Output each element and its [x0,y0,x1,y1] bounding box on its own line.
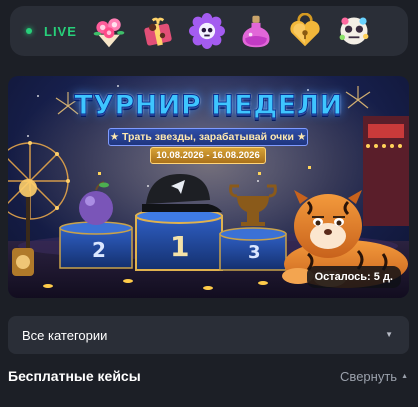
banner-dates: 10.08.2026 - 16.08.2026 [150,147,266,164]
collapse-button[interactable]: Свернуть ▲ [340,369,408,384]
live-drops-strip: LIVE [10,6,408,56]
category-select[interactable]: Все категории ▼ [8,316,409,354]
flower-bouquet-icon [93,18,125,48]
live-drop-item[interactable] [187,11,227,51]
banner-title: ТУРНИР НЕДЕЛИ [74,90,343,122]
live-drop-item[interactable] [334,11,374,51]
candy-skull-icon [339,17,369,45]
live-label: LIVE [44,23,77,39]
podium-place-1: 1 [170,230,190,263]
chevron-down-icon: ▼ [385,330,393,339]
live-drop-item[interactable] [138,11,178,51]
live-drop-item[interactable] [236,11,276,51]
banner-subtitle: ★ Трать звезды, зарабатывай очки ★ [108,128,308,146]
gift-box-icon [144,17,172,46]
podium-place-3: 3 [248,242,261,263]
podium-place-2: 2 [92,238,106,262]
live-drops-list [89,11,374,51]
golden-heart-lock-icon [290,13,320,47]
time-remaining-badge: Осталось: 5 д. [306,266,401,288]
chevron-up-icon: ▲ [401,373,408,380]
live-drop-item[interactable] [89,11,129,51]
section-title: Бесплатные кейсы [8,368,141,384]
potion-bottle-icon [242,15,270,48]
skull-flower-icon [188,13,225,49]
tournament-banner[interactable]: ТУРНИР НЕДЕЛИ ★ Трать звезды, зарабатыва… [8,76,409,298]
live-indicator-dot [26,28,32,34]
collapse-button-label: Свернуть [340,369,398,384]
category-select-value: Все категории [22,327,108,343]
live-drop-item[interactable] [285,11,325,51]
